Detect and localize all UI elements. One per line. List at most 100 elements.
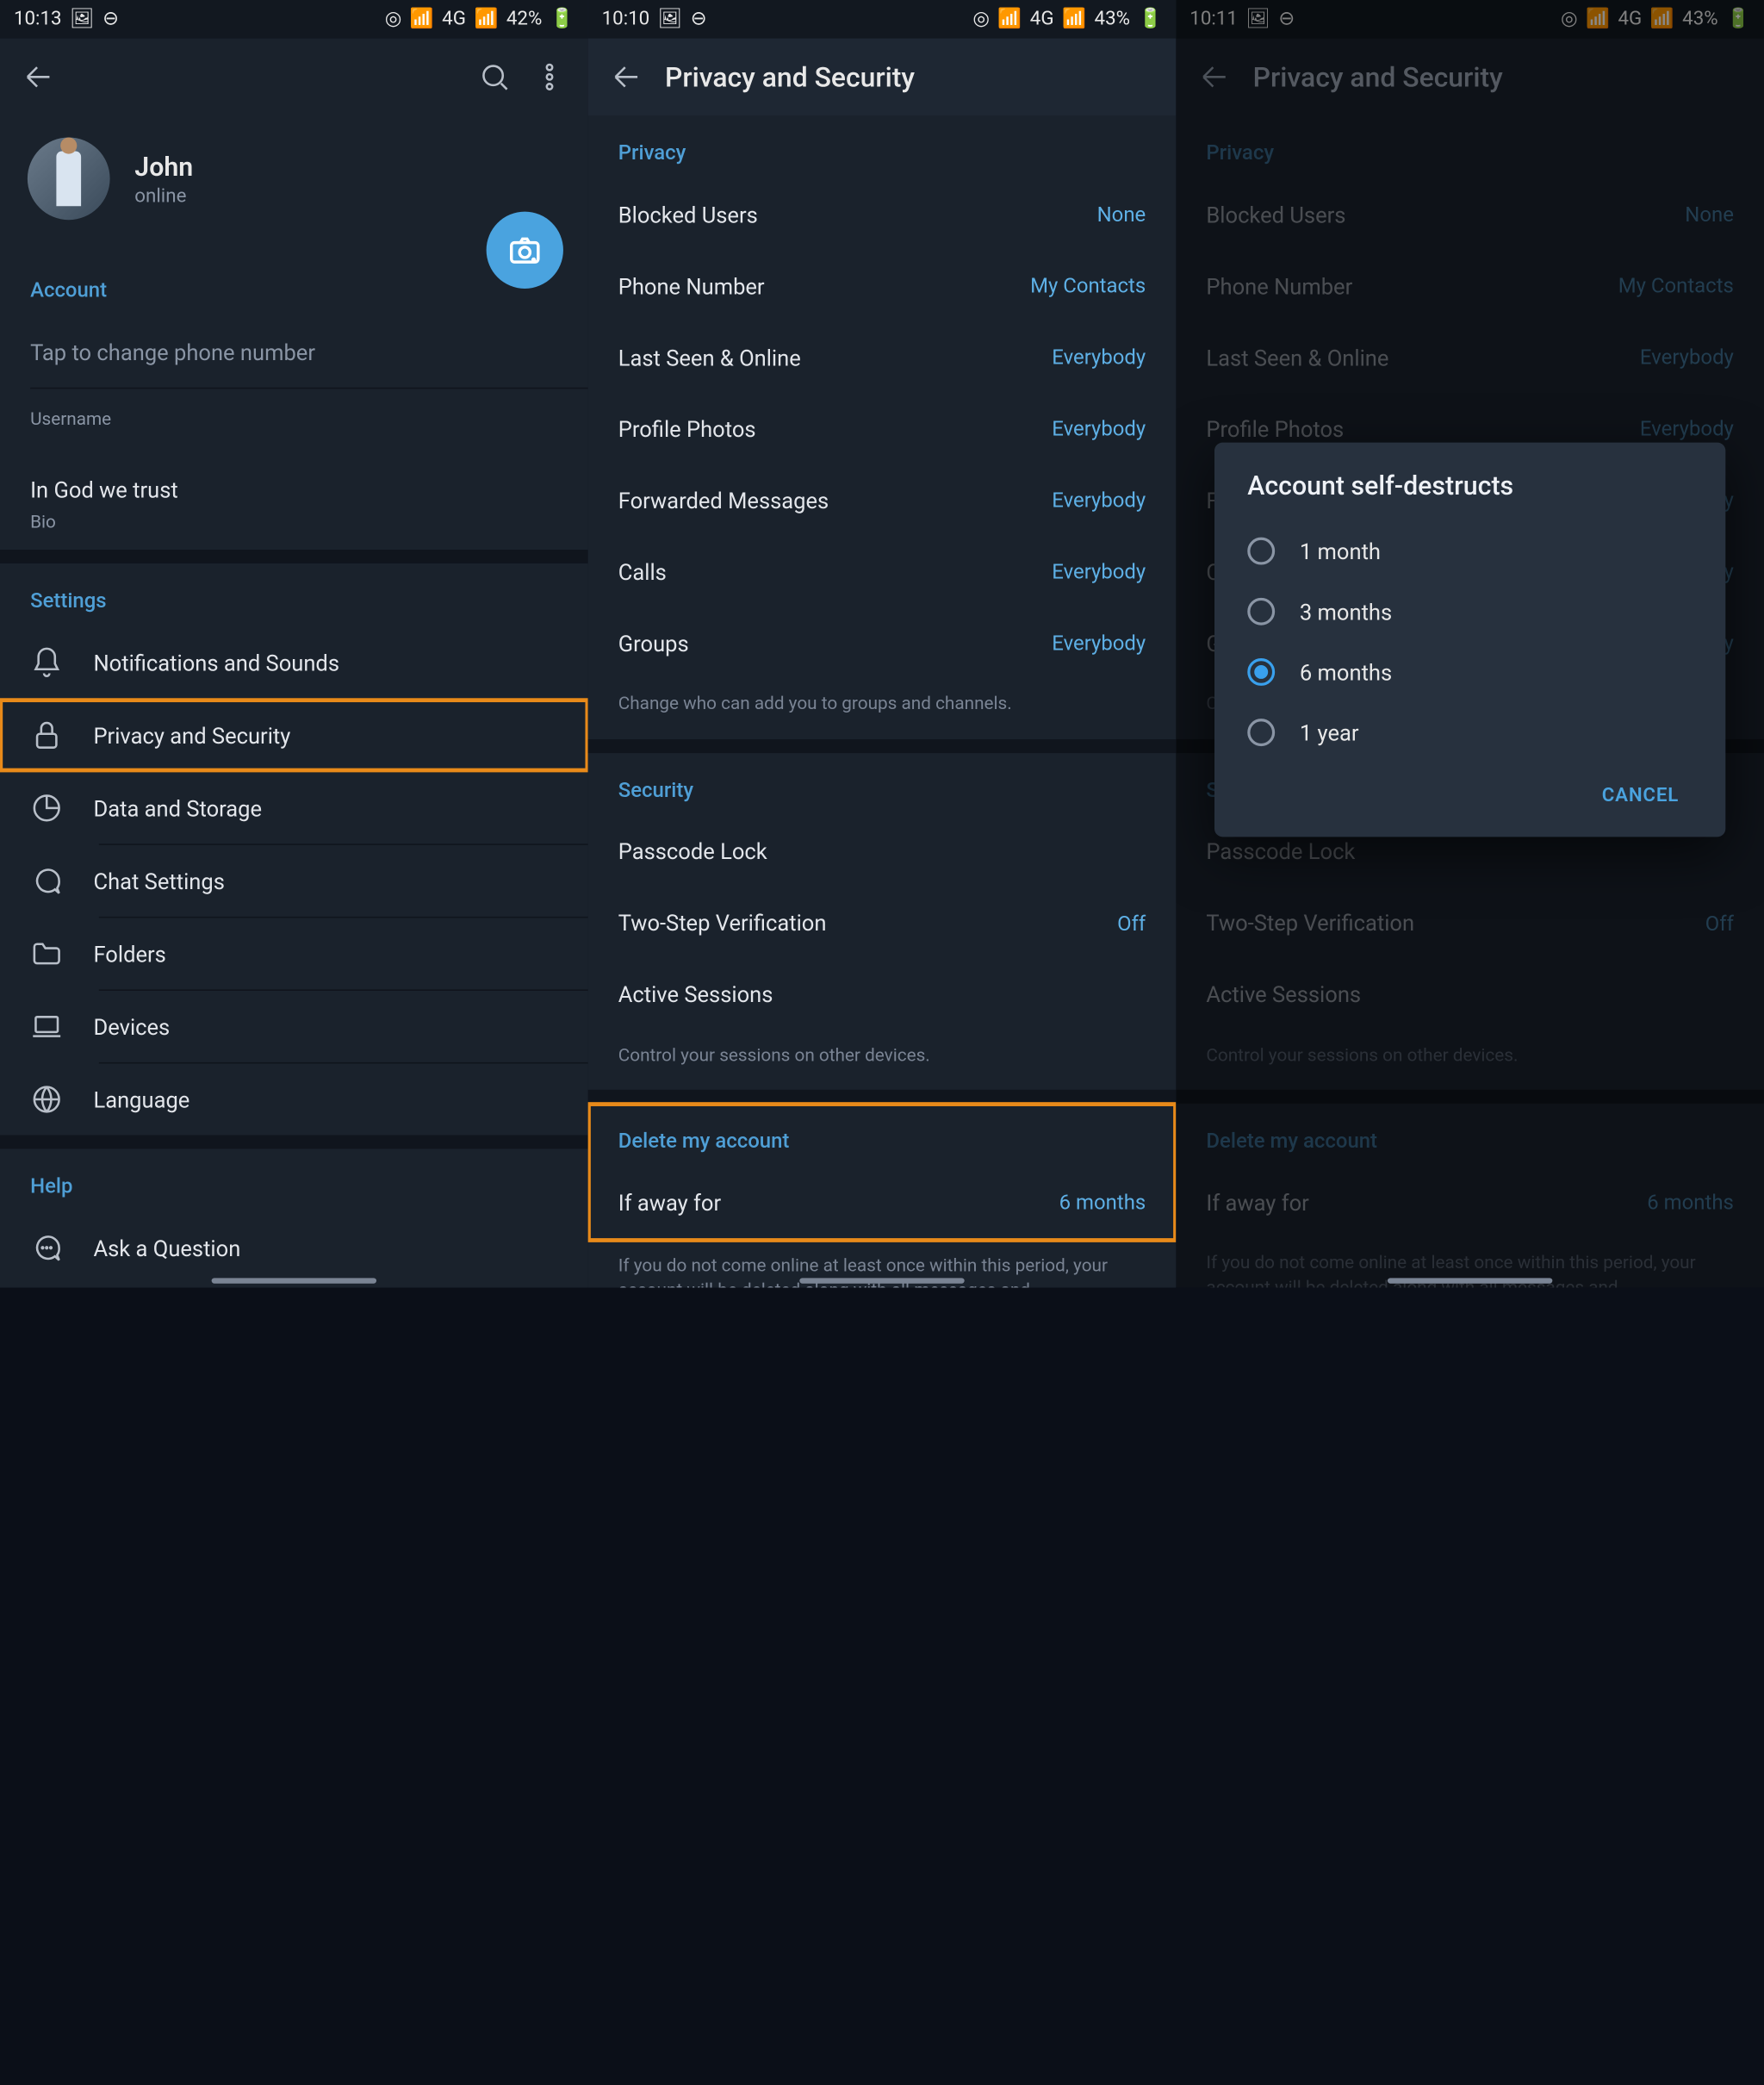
row-label: Last Seen & Online xyxy=(618,345,801,370)
row-value: Everybody xyxy=(1052,631,1146,656)
search-icon[interactable] xyxy=(478,60,511,93)
delete-highlight: Delete my account If away for 6 months xyxy=(588,1104,1177,1242)
row-label: Profile Photos xyxy=(618,415,756,441)
chat-icon xyxy=(30,864,63,897)
settings-label: Data and Storage xyxy=(93,795,262,821)
setting-row[interactable]: Profile Photos Everybody xyxy=(588,393,1177,464)
setting-row[interactable]: Passcode Lock xyxy=(588,816,1177,887)
row-value: Off xyxy=(1117,911,1146,936)
row-label: Active Sessions xyxy=(618,981,773,1007)
more-icon[interactable] xyxy=(533,60,566,93)
battery-label: 43% xyxy=(1095,9,1130,31)
profile-name: John xyxy=(134,151,193,183)
radio-label: 6 months xyxy=(1300,659,1392,685)
row-value: Everybody xyxy=(1052,488,1146,513)
bio-row[interactable]: In God we trust Bio xyxy=(0,460,588,550)
setting-row[interactable]: Calls Everybody xyxy=(588,536,1177,607)
globe-icon xyxy=(30,1083,63,1116)
settings-label: Devices xyxy=(93,1013,170,1039)
screen-privacy: 10:10 🖼 ⊖ ◎📶4G📶43%🔋 Privacy and Security… xyxy=(588,0,1177,1288)
back-icon[interactable] xyxy=(22,60,55,93)
settings-header: Settings xyxy=(0,563,588,626)
laptop-icon xyxy=(30,1010,63,1042)
radio-option[interactable]: 1 year xyxy=(1247,702,1693,762)
status-bar: 10:10 🖼 ⊖ ◎📶4G📶43%🔋 xyxy=(588,0,1177,39)
if-away-label: If away for xyxy=(618,1190,721,1216)
settings-item-data[interactable]: Data and Storage xyxy=(0,772,588,843)
bio-value: In God we trust xyxy=(30,476,178,502)
row-label: Groups xyxy=(618,630,689,656)
row-value: Everybody xyxy=(1052,416,1146,441)
settings-item-chat[interactable]: Chat Settings xyxy=(0,845,588,917)
privacy-hint: Change who can add you to groups and cha… xyxy=(588,679,1177,738)
radio-icon xyxy=(1247,598,1275,626)
radio-icon xyxy=(1247,538,1275,565)
username-row[interactable]: Username xyxy=(0,389,588,460)
radio-label: 1 year xyxy=(1300,719,1359,745)
help-header: Help xyxy=(0,1148,588,1211)
clock: 10:10 xyxy=(602,9,650,31)
profile-status: online xyxy=(134,185,193,208)
settings-label: Notifications and Sounds xyxy=(93,650,339,675)
setting-row[interactable]: Blocked UsersNone xyxy=(588,178,1177,250)
settings-label: Privacy and Security xyxy=(93,722,290,748)
app-bar xyxy=(0,39,588,115)
avatar[interactable] xyxy=(28,138,110,221)
settings-item-devices[interactable]: Devices xyxy=(0,991,588,1062)
home-indicator[interactable] xyxy=(212,1278,376,1283)
settings-item-folders[interactable]: Folders xyxy=(0,918,588,989)
cancel-button[interactable]: CANCEL xyxy=(1588,774,1693,818)
radio-option[interactable]: 1 month xyxy=(1247,521,1693,582)
home-indicator[interactable] xyxy=(1388,1278,1552,1283)
screen-settings: 10:13 🖼 ⊖ ◎📶4G📶42%🔋 John online Account … xyxy=(0,0,588,1288)
security-header: Security xyxy=(588,752,1177,815)
net-label: 4G xyxy=(1030,9,1054,31)
battery-label: 42% xyxy=(506,9,542,31)
screen-privacy-dialog: 10:11 🖼 ⊖ ◎📶4G📶43%🔋 Privacy and Security… xyxy=(1176,0,1764,1288)
settings-label: Language xyxy=(93,1086,189,1112)
profile-header[interactable]: John online xyxy=(0,115,588,253)
home-indicator[interactable] xyxy=(799,1278,964,1283)
row-value: None xyxy=(1097,202,1146,227)
setting-row[interactable]: Last Seen & OnlineEverybody xyxy=(588,321,1177,393)
app-bar: Privacy and Security xyxy=(588,39,1177,115)
privacy-header: Privacy xyxy=(588,115,1177,178)
phone-row[interactable]: Tap to change phone number xyxy=(0,316,588,388)
if-away-row[interactable]: If away for 6 months xyxy=(588,1167,1177,1238)
radio-icon xyxy=(1247,658,1275,686)
self-destruct-dialog: Account self-destructs 1 month3 months6 … xyxy=(1214,443,1725,837)
settings-item-notifications[interactable]: Notifications and Sounds xyxy=(0,626,588,698)
settings-item-language[interactable]: Language xyxy=(0,1064,588,1136)
hotspot-icon: ◎ xyxy=(385,9,401,31)
if-away-value: 6 months xyxy=(1059,1190,1146,1215)
row-label: Passcode Lock xyxy=(618,838,767,864)
security-hint: Control your sessions on other devices. xyxy=(588,1030,1177,1090)
row-label: Calls xyxy=(618,558,667,584)
setting-row[interactable]: Forwarded Messages Everybody xyxy=(588,464,1177,536)
radio-option[interactable]: 6 months xyxy=(1247,642,1693,702)
row-label: Forwarded Messages xyxy=(618,487,829,513)
setting-row[interactable]: Two-Step Verification Off xyxy=(588,887,1177,959)
radio-option[interactable]: 3 months xyxy=(1247,582,1693,642)
bell-icon xyxy=(30,646,63,679)
radio-label: 3 months xyxy=(1300,599,1392,625)
radio-label: 1 month xyxy=(1300,538,1381,563)
help-ask[interactable]: Ask a Question xyxy=(0,1212,588,1284)
radio-icon xyxy=(1247,719,1275,746)
net-label: 4G xyxy=(442,9,466,31)
row-label: Two-Step Verification xyxy=(618,910,827,936)
setting-row[interactable]: Active Sessions xyxy=(588,959,1177,1030)
lock-icon xyxy=(30,719,63,751)
row-value: Everybody xyxy=(1052,559,1146,584)
help-label: Ask a Question xyxy=(93,1235,240,1260)
setting-row[interactable]: Phone NumberMy Contacts xyxy=(588,250,1177,321)
chat-dots-icon xyxy=(30,1231,63,1264)
pic-icon: 🖼 xyxy=(70,9,94,31)
status-bar: 10:13 🖼 ⊖ ◎📶4G📶42%🔋 xyxy=(0,0,588,39)
phone-hint: Tap to change phone number xyxy=(30,339,315,364)
settings-item-privacy[interactable]: Privacy and Security xyxy=(0,700,588,771)
clock: 10:13 xyxy=(14,9,62,31)
back-icon[interactable] xyxy=(610,60,643,93)
camera-fab[interactable] xyxy=(487,212,563,289)
setting-row[interactable]: Groups Everybody xyxy=(588,607,1177,679)
